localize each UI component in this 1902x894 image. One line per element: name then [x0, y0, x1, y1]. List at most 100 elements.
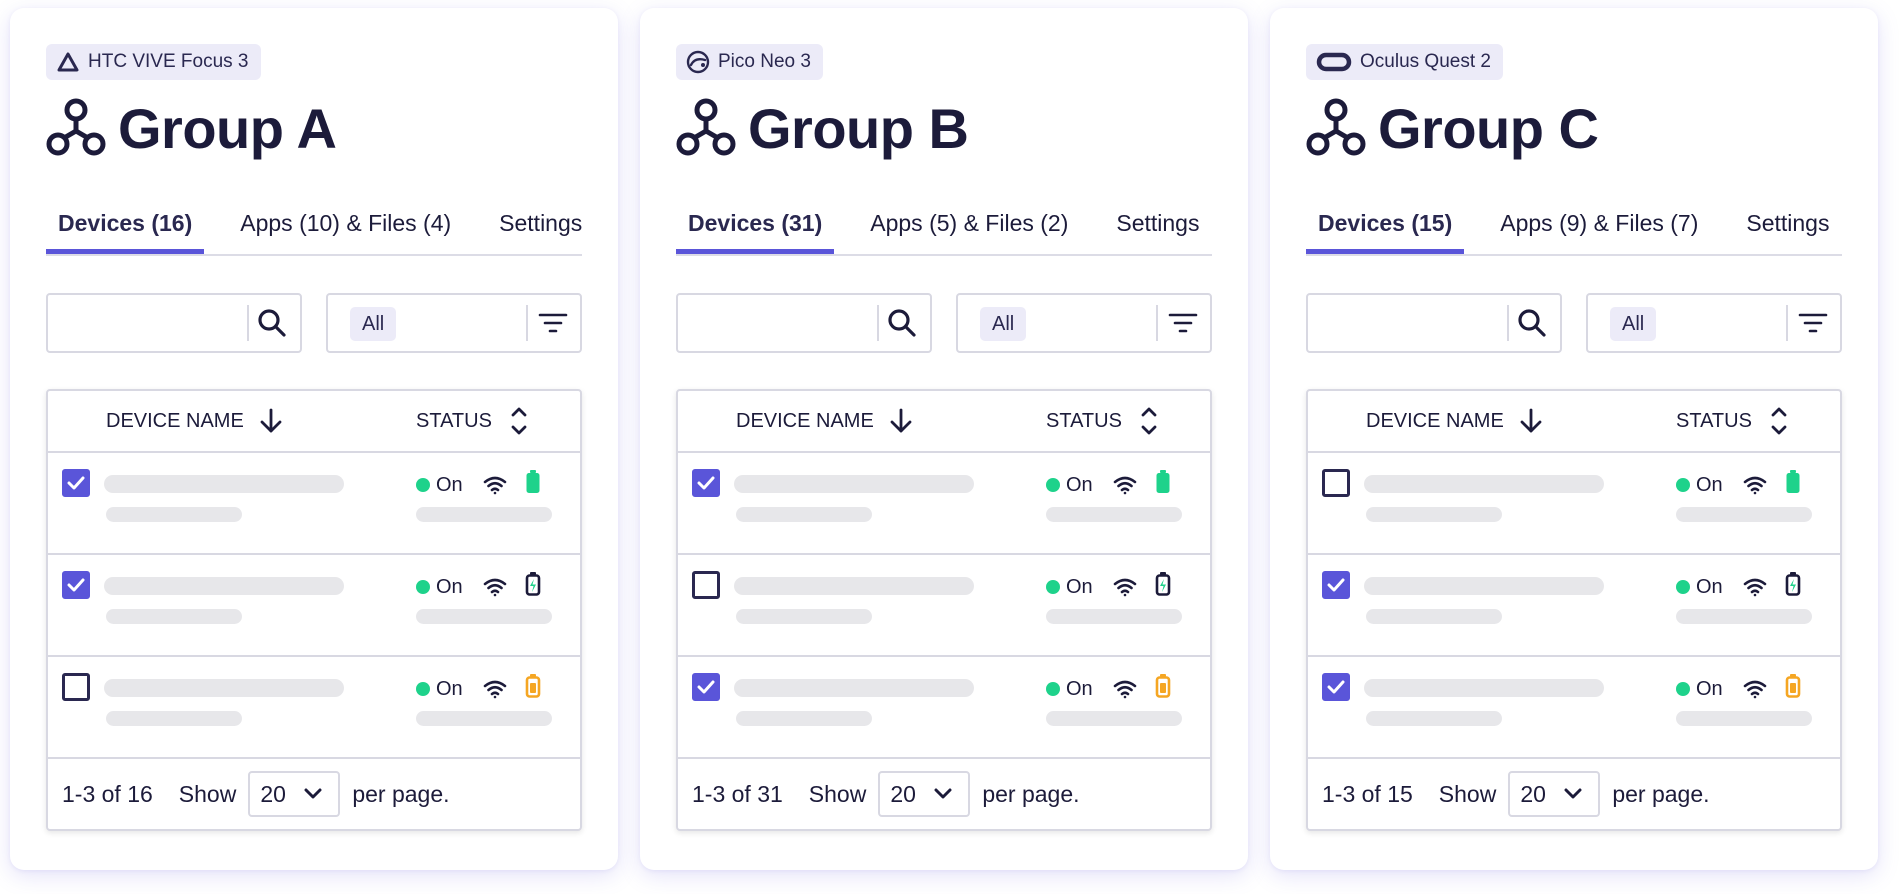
page-title: Group C — [1378, 96, 1599, 160]
filter-icon[interactable] — [1168, 311, 1198, 340]
row-checkbox[interactable] — [1322, 469, 1350, 497]
sort-down-icon[interactable] — [258, 407, 284, 435]
column-device-name[interactable]: DEVICE NAME — [736, 407, 914, 435]
device-status: On — [1046, 673, 1171, 705]
battery-low — [1785, 673, 1801, 705]
column-label: DEVICE NAME — [1366, 409, 1504, 432]
row-checkbox[interactable] — [692, 673, 720, 701]
row-checkbox[interactable] — [1322, 571, 1350, 599]
group-icon — [46, 98, 106, 156]
tab-settings[interactable]: Settings — [487, 200, 594, 254]
column-status[interactable]: STATUS — [416, 405, 528, 437]
table-row[interactable]: On — [1308, 657, 1840, 759]
sort-both-icon[interactable] — [510, 405, 528, 437]
device-status: On — [416, 469, 541, 501]
status-text: On — [1066, 473, 1093, 496]
status-text: On — [1066, 677, 1093, 700]
per-page-select[interactable]: 20 — [878, 771, 971, 817]
per-page-value: 20 — [260, 780, 286, 807]
pagination: 1-3 of 31 Show 20 per page. — [678, 759, 1210, 829]
column-status[interactable]: STATUS — [1046, 405, 1158, 437]
column-status[interactable]: STATUS — [1676, 405, 1788, 437]
filter-chip[interactable]: All — [350, 307, 397, 341]
table-row[interactable]: On — [48, 657, 580, 759]
check-icon — [67, 476, 85, 490]
status-detail-placeholder — [1676, 609, 1812, 624]
tab-apps-files[interactable]: Apps (9) & Files (7) — [1488, 200, 1710, 254]
tab-settings[interactable]: Settings — [1104, 200, 1211, 254]
battery-full-icon — [1156, 470, 1170, 493]
search-icon[interactable] — [886, 307, 918, 344]
search-icon[interactable] — [1516, 307, 1548, 344]
wifi-icon — [1743, 578, 1766, 597]
filter-icon[interactable] — [1798, 311, 1828, 340]
tab-bar: Devices (16) Apps (10) & Files (4) Setti… — [46, 200, 582, 256]
filter-chip[interactable]: All — [1610, 307, 1657, 341]
oculus-quest-icon — [1316, 52, 1352, 72]
device-status: On — [1046, 571, 1171, 603]
search-input[interactable] — [1306, 293, 1562, 353]
search-input[interactable] — [676, 293, 932, 353]
table-row[interactable]: On — [678, 657, 1210, 759]
row-checkbox[interactable] — [62, 571, 90, 599]
filter-select[interactable]: All — [956, 293, 1212, 353]
divider — [1507, 305, 1509, 341]
table-row[interactable]: On — [48, 555, 580, 657]
status-detail-placeholder — [416, 711, 552, 726]
row-checkbox[interactable] — [692, 571, 720, 599]
per-page-select[interactable]: 20 — [248, 771, 341, 817]
group-title: Group C — [1306, 96, 1842, 160]
device-subtitle-placeholder — [736, 711, 872, 726]
chevron-down-icon — [1564, 788, 1582, 799]
battery-charging-icon — [525, 572, 540, 596]
status-text: On — [1066, 575, 1093, 598]
tab-devices[interactable]: Devices (16) — [46, 200, 205, 254]
search-icon[interactable] — [256, 307, 288, 344]
group-card-3: Oculus Quest 2 Group C Devices (15) Apps… — [1270, 8, 1878, 870]
filter-icon[interactable] — [538, 311, 568, 340]
filter-chip[interactable]: All — [980, 307, 1027, 341]
wifi-icon — [1743, 680, 1766, 699]
sort-both-icon[interactable] — [1140, 405, 1158, 437]
tab-devices[interactable]: Devices (15) — [1306, 200, 1465, 254]
device-status: On — [416, 673, 541, 705]
table-row[interactable]: On — [678, 453, 1210, 555]
sort-down-icon[interactable] — [888, 407, 914, 435]
column-device-name[interactable]: DEVICE NAME — [1366, 407, 1544, 435]
sort-down-icon[interactable] — [1518, 407, 1544, 435]
device-subtitle-placeholder — [1366, 507, 1502, 522]
status-dot — [1676, 478, 1690, 492]
status-text: On — [436, 575, 463, 598]
status-detail-placeholder — [1046, 711, 1182, 726]
column-device-name[interactable]: DEVICE NAME — [106, 407, 284, 435]
table-row[interactable]: On — [1308, 453, 1840, 555]
table-controls: All — [1306, 293, 1842, 353]
sort-both-icon[interactable] — [1770, 405, 1788, 437]
device-status: On — [1676, 673, 1801, 705]
status-detail-placeholder — [416, 609, 552, 624]
device-subtitle-placeholder — [106, 507, 242, 522]
divider — [526, 305, 528, 341]
per-page-select[interactable]: 20 — [1508, 771, 1601, 817]
device-status: On — [416, 571, 541, 603]
row-checkbox[interactable] — [62, 673, 90, 701]
page-range: 1-3 of 15 — [1322, 780, 1413, 807]
tab-devices[interactable]: Devices (31) — [676, 200, 835, 254]
table-row[interactable]: On — [678, 555, 1210, 657]
row-checkbox[interactable] — [62, 469, 90, 497]
column-label: STATUS — [416, 409, 492, 432]
tab-apps-files[interactable]: Apps (5) & Files (2) — [858, 200, 1080, 254]
table-row[interactable]: On — [1308, 555, 1840, 657]
tab-settings[interactable]: Settings — [1734, 200, 1841, 254]
filter-select[interactable]: All — [1586, 293, 1842, 353]
row-checkbox[interactable] — [1322, 673, 1350, 701]
status-dot — [1046, 478, 1060, 492]
column-label: STATUS — [1676, 409, 1752, 432]
status-detail-placeholder — [1676, 507, 1812, 522]
search-input[interactable] — [46, 293, 302, 353]
tab-apps-files[interactable]: Apps (10) & Files (4) — [228, 200, 463, 254]
table-row[interactable]: On — [48, 453, 580, 555]
filter-select[interactable]: All — [326, 293, 582, 353]
device-badge: Oculus Quest 2 — [1306, 44, 1503, 80]
row-checkbox[interactable] — [692, 469, 720, 497]
